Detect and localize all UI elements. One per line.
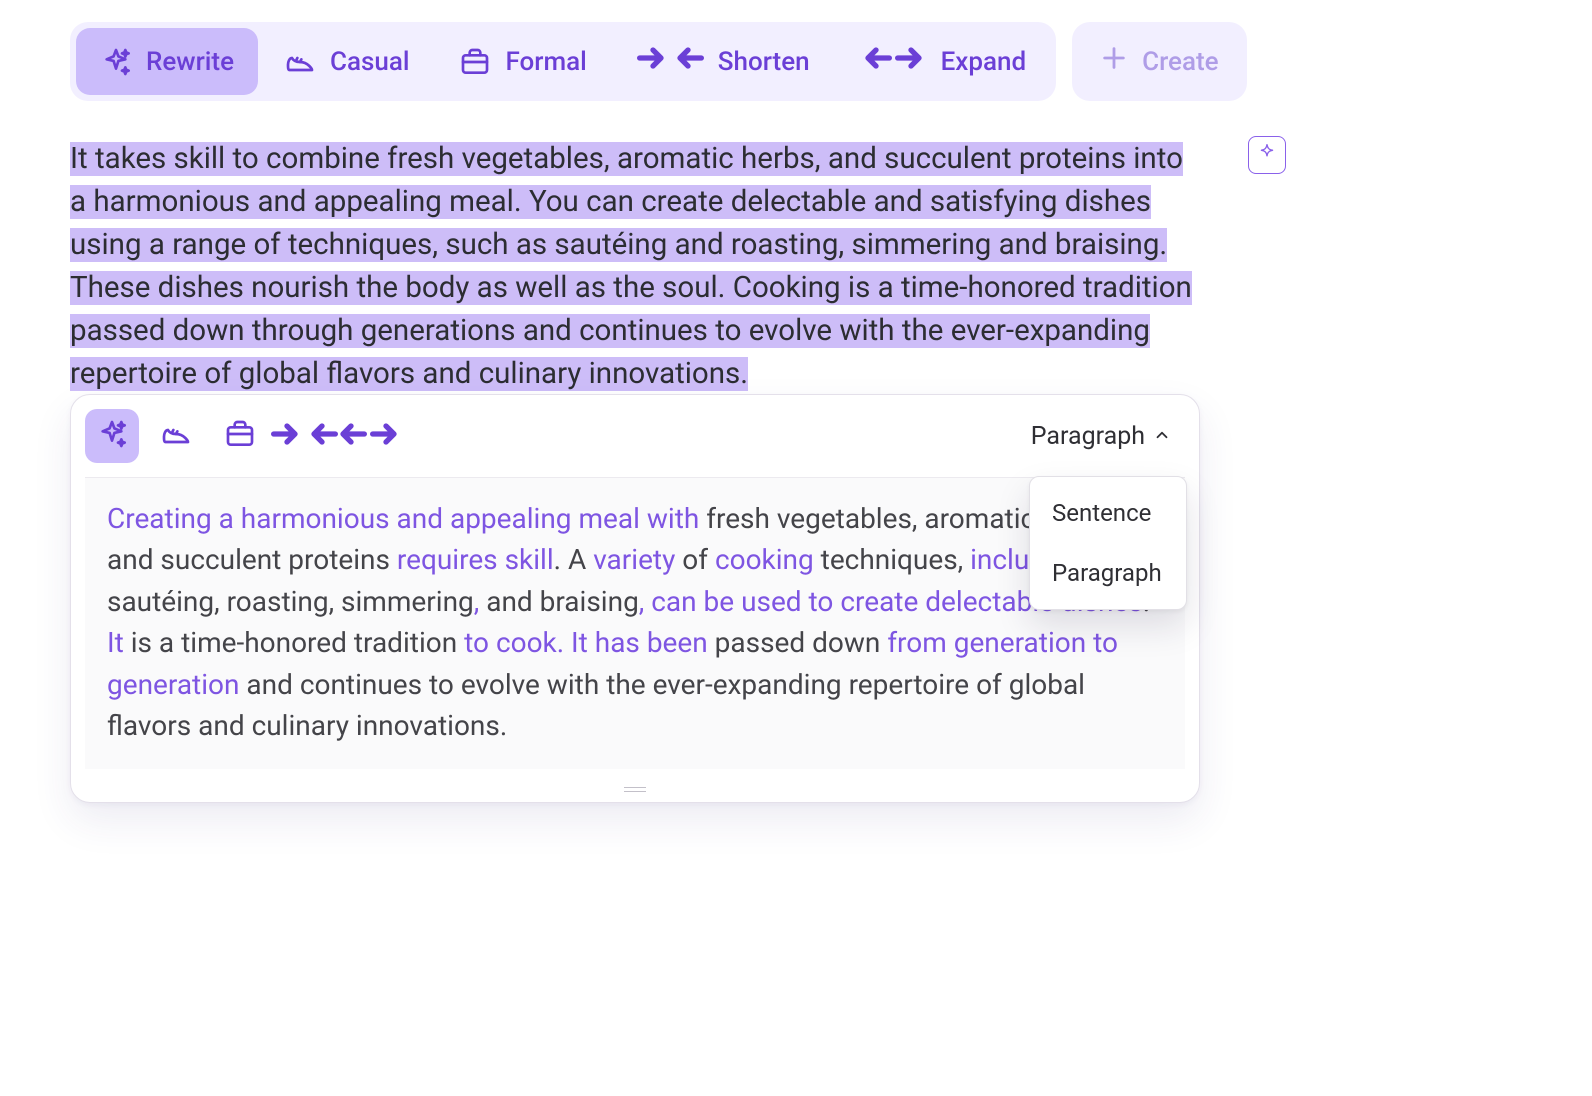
panel-rewrite-button[interactable]: [85, 409, 139, 463]
create-label: Create: [1142, 47, 1218, 77]
shorten-button[interactable]: Shorten: [613, 28, 834, 95]
result-text[interactable]: Creating a harmonious and appealing meal…: [85, 477, 1185, 769]
scope-select[interactable]: Paragraph: [1031, 422, 1181, 451]
drag-handle-icon: [624, 787, 646, 792]
shorten-label: Shorten: [718, 47, 810, 77]
panel-formal-button[interactable]: [213, 409, 267, 463]
briefcase-icon: [224, 418, 256, 454]
diff-changed-span: cooking: [715, 543, 814, 576]
diff-unchanged-span: and continues to evolve with the ever-ex…: [107, 668, 1085, 742]
diff-unchanged-span: sautéing, roasting, simmering: [107, 585, 474, 618]
original-text[interactable]: It takes skill to combine fresh vegetabl…: [70, 138, 1200, 396]
briefcase-icon: [459, 46, 491, 78]
shoe-icon: [160, 418, 192, 454]
star-icon: [1256, 142, 1278, 168]
diff-unchanged-span: techniques,: [814, 543, 970, 576]
scope-option-paragraph[interactable]: Paragraph: [1030, 543, 1186, 603]
rewrite-label: Rewrite: [146, 47, 234, 77]
result-panel: Paragraph Creating a harmonious and appe…: [70, 394, 1200, 803]
diff-unchanged-span: passed down: [708, 626, 888, 659]
panel-resize-handle[interactable]: [71, 783, 1199, 802]
diff-changed-span: variety: [593, 543, 675, 576]
scope-selected-label: Paragraph: [1031, 422, 1145, 451]
sparkle-icon: [96, 418, 128, 454]
arrows-in-icon: [637, 42, 704, 81]
panel-shorten-button[interactable]: [277, 409, 331, 463]
plus-icon: [1100, 44, 1128, 79]
expand-label: Expand: [941, 47, 1027, 77]
diff-unchanged-span: is a time-honored tradition: [124, 626, 464, 659]
diff-unchanged-span: and braising: [479, 585, 639, 618]
chevron-up-icon: [1153, 422, 1171, 451]
formal-button[interactable]: Formal: [435, 28, 610, 95]
arrows-out-icon: [335, 418, 402, 454]
selected-text-span: It takes skill to combine fresh vegetabl…: [70, 142, 1192, 391]
panel-expand-button[interactable]: [341, 409, 395, 463]
create-button[interactable]: Create: [1072, 22, 1246, 101]
formal-label: Formal: [505, 47, 586, 77]
shoe-icon: [284, 46, 316, 78]
diff-changed-span: requires skill: [397, 543, 554, 576]
scope-dropdown: Sentence Paragraph: [1029, 476, 1187, 610]
casual-label: Casual: [330, 47, 409, 77]
sparkle-icon: [100, 46, 132, 78]
casual-button[interactable]: Casual: [260, 28, 433, 95]
arrows-out-icon: [860, 42, 927, 81]
expand-button[interactable]: Expand: [836, 28, 1051, 95]
top-toolbar: Rewrite Casual Formal: [70, 22, 1247, 101]
panel-mode-icons: [85, 409, 395, 463]
diff-changed-span: to cook. It has been: [464, 626, 708, 659]
diff-changed-span: It: [107, 626, 124, 659]
ai-sparkle-button[interactable]: [1248, 136, 1286, 174]
diff-changed-span: Creating a harmonious and appealing meal…: [107, 502, 699, 535]
panel-casual-button[interactable]: [149, 409, 203, 463]
diff-unchanged-span: . A: [554, 543, 594, 576]
diff-unchanged-span: of: [675, 543, 715, 576]
rewrite-button[interactable]: Rewrite: [76, 28, 258, 95]
rewrite-modes-group: Rewrite Casual Formal: [70, 22, 1056, 101]
scope-option-sentence[interactable]: Sentence: [1030, 483, 1186, 543]
arrows-in-icon: [271, 418, 338, 454]
panel-toolbar: Paragraph: [71, 395, 1199, 477]
